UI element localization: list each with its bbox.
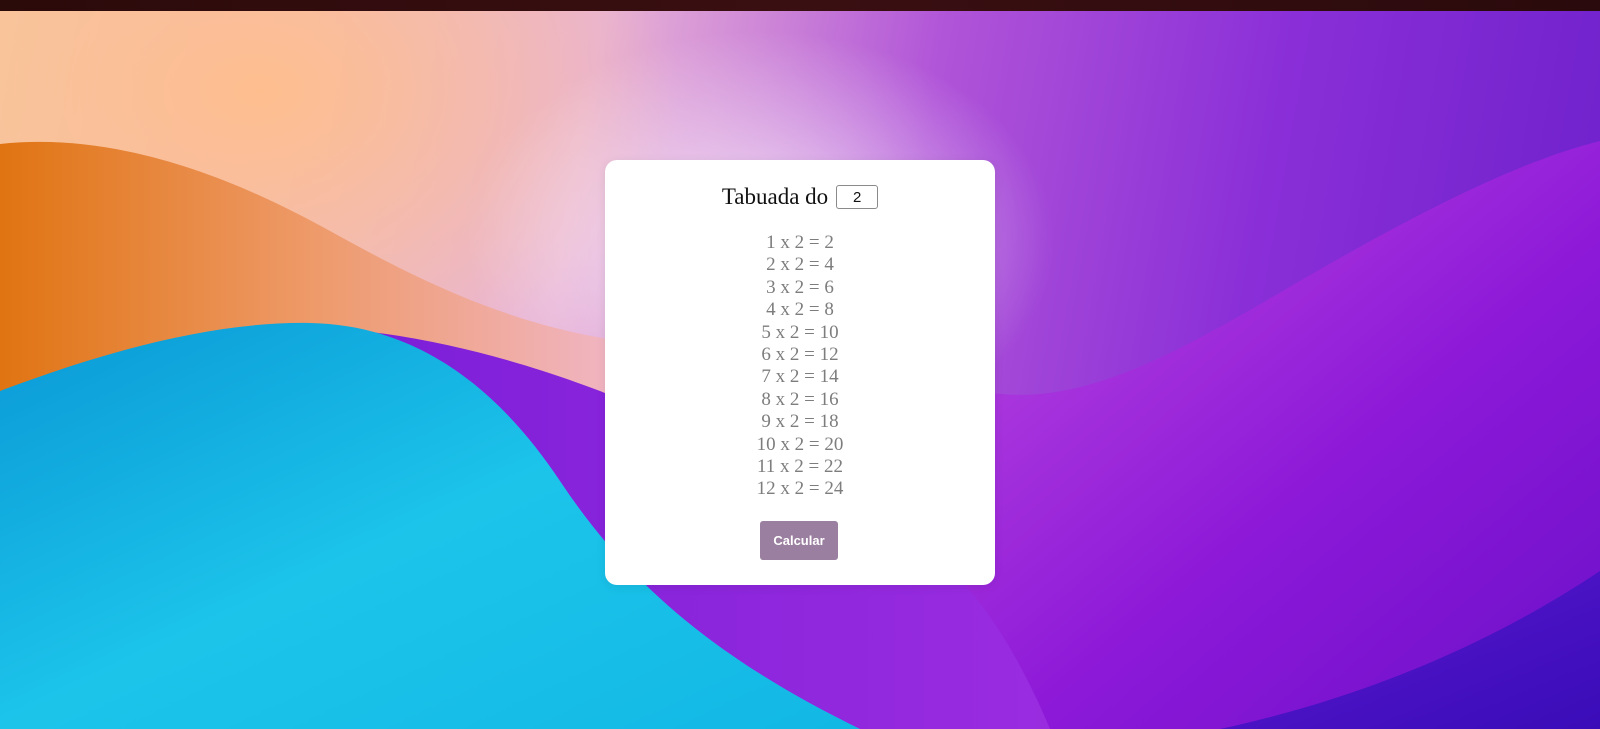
multiplication-card: Tabuada do 1 x 2 = 22 x 2 = 43 x 2 = 64 … (605, 160, 995, 585)
number-input[interactable] (836, 185, 879, 209)
title-row: Tabuada do (605, 184, 995, 210)
result-line: 8 x 2 = 16 (761, 388, 839, 410)
result-line: 2 x 2 = 4 (766, 254, 834, 276)
results-list: 1 x 2 = 22 x 2 = 43 x 2 = 64 x 2 = 85 x … (605, 232, 995, 501)
result-line: 7 x 2 = 14 (761, 366, 839, 388)
result-line: 5 x 2 = 10 (761, 321, 839, 343)
result-line: 10 x 2 = 20 (756, 433, 844, 455)
calcular-button[interactable]: Calcular (760, 521, 838, 560)
result-line: 12 x 2 = 24 (756, 478, 844, 500)
result-line: 9 x 2 = 18 (761, 411, 839, 433)
top-window-strip (0, 0, 1600, 11)
card-title: Tabuada do (721, 184, 829, 209)
result-line: 1 x 2 = 2 (766, 232, 834, 253)
result-line: 6 x 2 = 12 (761, 344, 839, 366)
result-line: 11 x 2 = 22 (756, 456, 843, 478)
result-line: 4 x 2 = 8 (766, 299, 834, 321)
result-line: 3 x 2 = 6 (766, 276, 834, 298)
